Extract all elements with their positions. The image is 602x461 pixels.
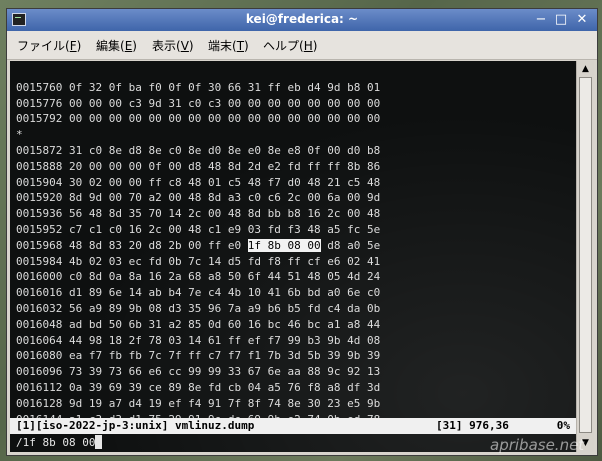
menu-help[interactable]: ヘルプ(H)	[263, 37, 317, 54]
status-position: [31] 976,36	[436, 419, 509, 432]
minimize-icon: −	[535, 12, 547, 27]
dump-line: 0016112 0a 39 69 39 ce 89 8e fd cb 04 a5…	[16, 380, 381, 394]
dump-line: 0015904 30 02 00 00 ff c8 48 01 c5 48 f7…	[16, 175, 381, 189]
status-percent: 0%	[556, 419, 570, 432]
search-match: 1f 8b 08 00	[247, 238, 321, 252]
arrow-up-icon: ▲	[582, 64, 589, 74]
close-icon: ✕	[576, 12, 588, 27]
menu-view[interactable]: 表示(V)	[152, 37, 194, 54]
dump-line: 0016080 ea f7 fb fb 7c 7f ff c7 f7 f1 7b…	[16, 349, 381, 363]
scroll-up-button[interactable]: ▲	[578, 62, 593, 77]
hex-dump-output: 0015760 0f 32 0f ba f0 0f 0f 30 66 31 ff…	[16, 64, 380, 427]
dump-line: 0015952 c7 c1 c0 16 2c 00 48 c1 e9 03 fd…	[16, 222, 381, 236]
dump-line: 0015872 31 c0 8e d8 8e c0 8e d0 8e e0 8e…	[16, 143, 381, 157]
dump-line: 0016096 73 39 73 66 e6 cc 99 99 33 67 6e…	[16, 365, 381, 379]
close-button[interactable]: ✕	[574, 12, 590, 28]
dump-line: 0015760 0f 32 0f ba f0 0f 0f 30 66 31 ff…	[16, 80, 381, 94]
terminal-area[interactable]: 0015760 0f 32 0f ba f0 0f 0f 30 66 31 ff…	[10, 61, 576, 452]
dump-line: 0015792 00 00 00 00 00 00 00 00 00 00 00…	[16, 112, 381, 126]
text-cursor	[95, 435, 103, 449]
vertical-scrollbar[interactable]: ▲ ▼	[576, 61, 594, 452]
dump-line: 0016016 d1 89 6e 14 ab b4 7e c4 4b 10 41…	[16, 286, 381, 300]
maximize-button[interactable]: □	[553, 12, 569, 28]
dump-line-highlighted: 0015968 48 8d 83 20 d8 2b 00 ff e0 1f 8b…	[16, 238, 381, 252]
dump-line: *	[16, 128, 23, 142]
dump-line: 0016064 44 98 18 2f 78 03 14 61 ff ef f7…	[16, 333, 381, 347]
command-line[interactable]: /1f 8b 08 00	[16, 435, 103, 451]
dump-line: 0016128 9d 19 a7 d4 19 ef f4 91 7f 8f 74…	[16, 396, 381, 410]
dump-line: 0015776 00 00 00 c3 9d 31 c0 c3 00 00 00…	[16, 96, 381, 110]
menu-bar: ファイル(F) 編集(E) 表示(V) 端末(T) ヘルプ(H)	[7, 31, 597, 60]
dump-line: 0015888 20 00 00 00 0f 00 d8 48 8d 2d e2…	[16, 159, 381, 173]
scrollbar-thumb[interactable]	[579, 77, 592, 433]
title-bar[interactable]: kei@frederica: ~ − □ ✕	[7, 9, 597, 31]
dump-line: 0015984 4b 02 03 ec fd 0b 7c 14 d5 fd f8…	[16, 254, 381, 268]
dump-line: 0015936 56 48 8d 35 70 14 2c 00 48 8d bb…	[16, 207, 381, 221]
minimize-button[interactable]: −	[533, 12, 549, 28]
status-file: [1][iso-2022-jp-3:unix] vmlinuz.dump	[16, 419, 255, 432]
vim-status-line: [1][iso-2022-jp-3:unix] vmlinuz.dump [31…	[10, 418, 576, 434]
dump-line: 0016000 c0 8d 0a 8a 16 2a 68 a8 50 6f 44…	[16, 270, 381, 284]
dump-line: 0016032 56 a9 89 9b 08 d3 35 96 7a a9 b6…	[16, 301, 381, 315]
menu-file[interactable]: ファイル(F)	[17, 37, 81, 54]
menu-edit[interactable]: 編集(E)	[96, 37, 137, 54]
window-title: kei@frederica: ~	[245, 12, 359, 26]
dump-line: 0016048 ad bd 50 6b 31 a2 85 0d 60 16 bc…	[16, 317, 381, 331]
maximize-icon: □	[554, 12, 568, 27]
dump-line: 0015920 8d 9d 00 70 a2 00 48 8d a3 c0 c6…	[16, 191, 381, 205]
menu-terminal[interactable]: 端末(T)	[208, 37, 249, 54]
search-command: /1f 8b 08 00	[16, 436, 96, 449]
watermark: apribase.net	[490, 436, 585, 454]
